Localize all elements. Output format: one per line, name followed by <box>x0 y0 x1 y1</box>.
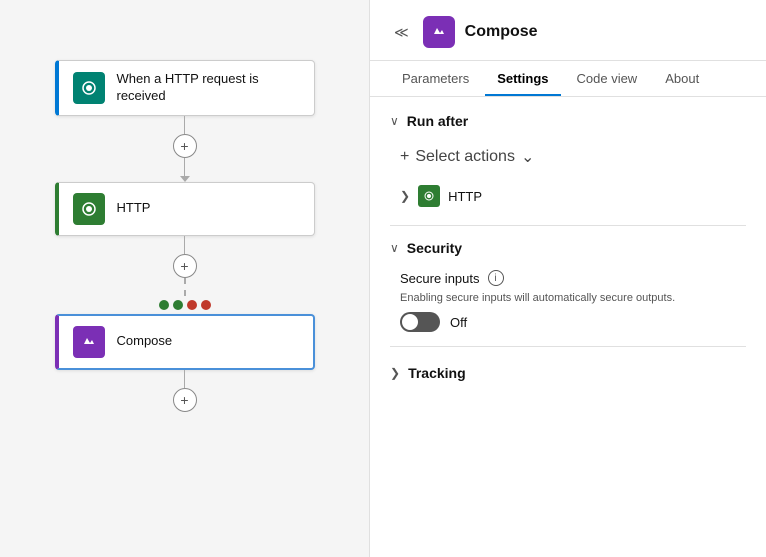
http-expand-icon[interactable]: ❯ <box>400 189 410 203</box>
add-button-1[interactable]: + <box>173 134 197 158</box>
trigger-label: When a HTTP request is received <box>117 71 300 105</box>
secure-inputs-description: Enabling secure inputs will automaticall… <box>400 292 746 304</box>
tracking-chevron: ❯ <box>390 366 400 380</box>
run-after-content: + Select actions ⌄ ❯ HTTP <box>400 143 746 211</box>
line-4 <box>184 278 186 296</box>
run-after-section-header[interactable]: ∨ Run after <box>390 113 746 129</box>
select-actions-button[interactable]: + Select actions ⌄ <box>400 143 534 171</box>
http-action-label: HTTP <box>448 189 482 204</box>
trigger-node[interactable]: When a HTTP request is received <box>55 60 315 116</box>
dot-4 <box>201 300 211 310</box>
security-title: Security <box>407 240 462 256</box>
compose-label: Compose <box>117 333 173 350</box>
connector-2: + <box>173 236 197 296</box>
tab-bar: Parameters Settings Code view About <box>370 61 766 97</box>
http-label: HTTP <box>117 200 151 217</box>
select-actions-label: Select actions <box>415 148 515 166</box>
panel-content: ∨ Run after + Select actions ⌄ ❯ HTTP <box>370 97 766 397</box>
connector-1: + <box>173 116 197 182</box>
toggle-row: Off <box>400 312 746 332</box>
add-button-2[interactable]: + <box>173 254 197 278</box>
security-section: ∨ Security Secure inputs i Enabling secu… <box>390 240 746 332</box>
secure-inputs-toggle[interactable] <box>400 312 440 332</box>
trigger-icon <box>73 72 105 104</box>
compose-node[interactable]: Compose <box>55 314 315 370</box>
run-after-chevron: ∨ <box>390 114 399 128</box>
tracking-section-header[interactable]: ❯ Tracking <box>390 361 746 381</box>
plus-icon: + <box>400 148 409 166</box>
add-button-3[interactable]: + <box>173 388 197 412</box>
settings-panel: ≪ Compose Parameters Settings Code view … <box>370 0 766 557</box>
security-section-header[interactable]: ∨ Security <box>390 240 746 256</box>
panel-header: ≪ Compose <box>370 0 766 61</box>
arrow-1 <box>180 176 190 182</box>
secure-inputs-label: Secure inputs <box>400 271 480 286</box>
flow-diagram-panel: When a HTTP request is received + HTTP + <box>0 0 370 557</box>
compose-icon <box>73 326 105 358</box>
http-icon <box>73 193 105 225</box>
tracking-title: Tracking <box>408 365 466 381</box>
connector-3: + <box>173 370 197 412</box>
toggle-knob <box>402 314 418 330</box>
dot-3 <box>187 300 197 310</box>
line-2 <box>184 158 185 176</box>
select-actions-chevron: ⌄ <box>521 147 534 167</box>
collapse-button[interactable]: ≪ <box>390 20 413 45</box>
tab-settings[interactable]: Settings <box>485 61 560 96</box>
panel-header-icon <box>423 16 455 48</box>
run-after-title: Run after <box>407 113 468 129</box>
line-1 <box>184 116 185 134</box>
status-dots <box>159 300 211 310</box>
tab-parameters[interactable]: Parameters <box>390 61 481 96</box>
line-3 <box>184 236 185 254</box>
tab-codeview[interactable]: Code view <box>565 61 650 96</box>
panel-title: Compose <box>465 23 538 41</box>
secure-inputs-info-icon[interactable]: i <box>488 270 504 286</box>
dot-2 <box>173 300 183 310</box>
http-node[interactable]: HTTP <box>55 182 315 236</box>
toggle-state-label: Off <box>450 315 467 330</box>
security-chevron: ∨ <box>390 241 399 255</box>
divider-1 <box>390 225 746 226</box>
http-action-row: ❯ HTTP <box>400 181 746 211</box>
dot-1 <box>159 300 169 310</box>
divider-2 <box>390 346 746 347</box>
tab-about[interactable]: About <box>653 61 711 96</box>
http-action-icon <box>418 185 440 207</box>
line-5 <box>184 370 185 388</box>
secure-inputs-row: Secure inputs i <box>400 270 746 286</box>
